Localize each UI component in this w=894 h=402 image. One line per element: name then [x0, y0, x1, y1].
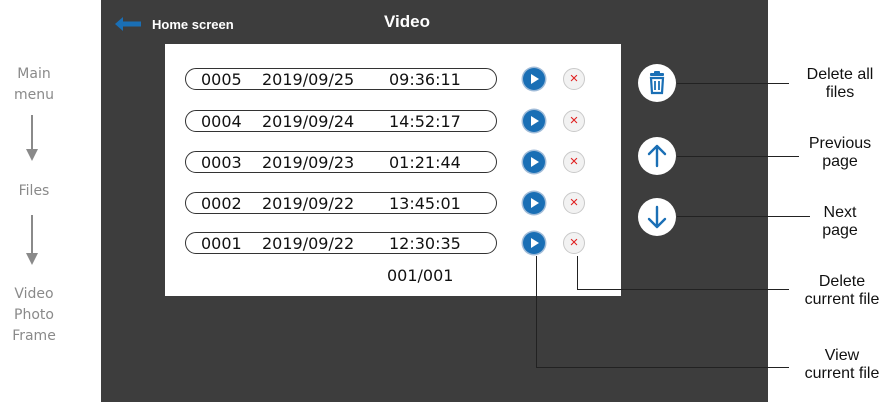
callout-line-view-current-v	[536, 256, 538, 368]
page-indicator: 001/001	[387, 266, 454, 285]
callout-delete-current-line2: current file	[804, 291, 880, 308]
file-time: 01:21:44	[389, 153, 461, 172]
callout-next-line1: Next	[823, 204, 857, 221]
play-icon[interactable]	[523, 110, 545, 132]
nav-frame-label: Frame	[12, 328, 56, 344]
nav-down-arrow-icon	[26, 215, 38, 267]
nav-video-label: Video	[14, 286, 54, 302]
callout-view-current-line2: current file	[804, 365, 880, 382]
file-number: 0004	[201, 112, 242, 131]
file-row[interactable]: 0001 2019/09/22 12:30:35	[185, 232, 497, 254]
nav-down-arrow-icon	[26, 115, 38, 163]
play-icon[interactable]	[523, 232, 545, 254]
callout-line-previous	[677, 156, 799, 158]
nav-main-menu-line2: menu	[14, 87, 54, 103]
file-row[interactable]: 0004 2019/09/24 14:52:17	[185, 110, 497, 132]
nav-main-menu-line1: Main	[17, 66, 51, 82]
file-number: 0002	[201, 194, 242, 213]
device-screen: Home screen Video 0005 2019/09/25 09:36:…	[101, 0, 768, 402]
file-row[interactable]: 0005 2019/09/25 09:36:11	[185, 68, 497, 90]
trash-icon	[649, 71, 665, 95]
callout-line-view-current-h	[536, 367, 789, 369]
callout-previous-line2: page	[822, 153, 858, 170]
callout-next-page: Next page	[790, 204, 890, 240]
arrow-down-icon	[647, 205, 667, 229]
home-screen-label[interactable]: Home screen	[152, 17, 234, 32]
nav-main-menu-label: Main menu	[0, 64, 74, 106]
callout-view-current: View current file	[790, 347, 894, 383]
callout-line-delete-all	[677, 83, 789, 85]
file-time: 12:30:35	[389, 234, 461, 253]
file-list-panel: 0005 2019/09/25 09:36:11 × 0004 2019/09/…	[165, 44, 621, 296]
file-number: 0003	[201, 153, 242, 172]
next-page-button[interactable]	[638, 198, 676, 236]
previous-page-button[interactable]	[638, 137, 676, 175]
callout-line-delete-current-h	[577, 289, 789, 291]
file-date: 2019/09/22	[262, 234, 355, 253]
nav-targets-label: Video Photo Frame	[0, 284, 74, 347]
file-time: 13:45:01	[389, 194, 461, 213]
file-number: 0001	[201, 234, 242, 253]
callout-delete-current-line1: Delete	[818, 273, 866, 290]
nav-files-label: Files	[18, 183, 50, 199]
callout-line-delete-current-v	[577, 256, 579, 290]
play-icon[interactable]	[523, 192, 545, 214]
file-row[interactable]: 0002 2019/09/22 13:45:01	[185, 192, 497, 214]
callout-delete-all: Delete all files	[790, 66, 890, 102]
callout-delete-all-line1: Delete all	[806, 66, 874, 83]
close-icon[interactable]: ×	[563, 151, 585, 173]
back-arrow-icon[interactable]	[113, 16, 143, 32]
file-date: 2019/09/23	[262, 153, 355, 172]
callout-view-current-line1: View	[824, 347, 860, 364]
delete-all-button[interactable]	[638, 64, 676, 102]
file-time: 09:36:11	[389, 70, 461, 89]
file-time: 14:52:17	[389, 112, 461, 131]
close-icon[interactable]: ×	[563, 110, 585, 132]
callout-delete-all-line2: files	[825, 84, 855, 101]
page-title: Video	[384, 12, 430, 31]
callout-delete-current: Delete current file	[790, 273, 894, 309]
nav-photo-label: Photo	[14, 307, 54, 323]
file-date: 2019/09/25	[262, 70, 355, 89]
close-icon[interactable]: ×	[563, 232, 585, 254]
file-date: 2019/09/24	[262, 112, 355, 131]
close-icon[interactable]: ×	[563, 192, 585, 214]
callout-previous-page: Previous page	[790, 135, 890, 171]
file-number: 0005	[201, 70, 242, 89]
arrow-up-icon	[647, 144, 667, 168]
file-date: 2019/09/22	[262, 194, 355, 213]
file-row[interactable]: 0003 2019/09/23 01:21:44	[185, 151, 497, 173]
callout-next-line2: page	[822, 222, 858, 239]
callout-previous-line1: Previous	[808, 135, 872, 152]
play-icon[interactable]	[523, 151, 545, 173]
close-icon[interactable]: ×	[563, 68, 585, 90]
play-icon[interactable]	[523, 68, 545, 90]
